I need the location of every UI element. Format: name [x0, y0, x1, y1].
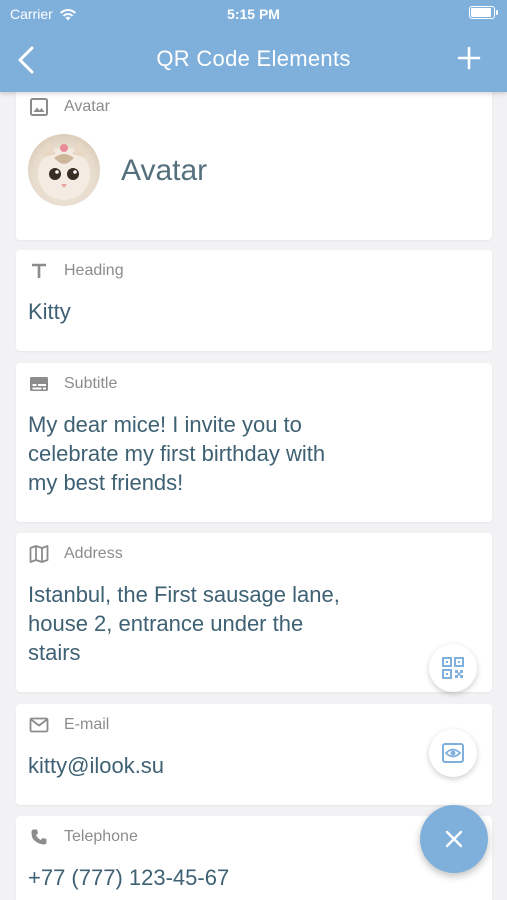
heading-value: Kitty [28, 299, 71, 324]
card-avatar[interactable]: Avatar Avatar [16, 92, 492, 240]
eye-icon [442, 743, 464, 763]
card-heading[interactable]: Heading Kitty [16, 250, 492, 351]
qr-code-icon [442, 657, 464, 679]
telephone-value: +77 (777) 123-45-67 [28, 865, 230, 890]
add-button[interactable] [457, 46, 481, 70]
subtitle-value: My dear mice! I invite you to celebrate … [28, 412, 326, 495]
preview-button[interactable] [429, 729, 477, 777]
status-bar: Carrier 5:15 PM [0, 0, 507, 28]
card-label-avatar: Avatar [28, 96, 110, 118]
card-label-telephone: Telephone [28, 826, 138, 848]
label-text: Subtitle [64, 375, 118, 392]
address-value: Istanbul, the First sausage lane, house … [28, 582, 340, 665]
card-label-subtitle: Subtitle [28, 373, 117, 395]
label-text: Heading [64, 262, 124, 279]
page-title: QR Code Elements [156, 46, 351, 71]
elements-list[interactable]: Avatar Avatar Heading Kitty Subtitle My … [0, 92, 507, 900]
card-label-heading: Heading [28, 260, 124, 282]
label-text: E-mail [64, 716, 110, 733]
email-value: kitty@ilook.su [28, 753, 165, 778]
label-text: Avatar [64, 98, 110, 115]
cat-face-icon [38, 142, 90, 200]
card-address[interactable]: Address Istanbul, the First sausage lane… [16, 533, 492, 692]
battery-icon [469, 6, 498, 19]
avatar-caption: Avatar [121, 154, 208, 187]
label-text: Telephone [64, 828, 138, 845]
close-fab-button[interactable] [420, 805, 488, 873]
card-email[interactable]: E-mail kitty@ilook.su [16, 704, 492, 805]
label-text: Address [64, 545, 123, 562]
subtitles-icon [28, 373, 50, 395]
text-icon [28, 260, 50, 282]
mail-icon [28, 714, 50, 736]
status-time: 5:15 PM [227, 6, 280, 22]
image-icon [28, 96, 50, 118]
map-icon [28, 543, 50, 565]
card-label-address: Address [28, 543, 123, 565]
phone-icon [28, 826, 50, 848]
close-icon [445, 830, 463, 848]
avatar-image[interactable] [28, 134, 100, 206]
qr-code-button[interactable] [429, 644, 477, 692]
navigation-bar: QR Code Elements [0, 28, 507, 92]
card-subtitle[interactable]: Subtitle My dear mice! I invite you to c… [16, 363, 492, 522]
plus-icon [457, 46, 481, 70]
card-label-email: E-mail [28, 714, 109, 736]
